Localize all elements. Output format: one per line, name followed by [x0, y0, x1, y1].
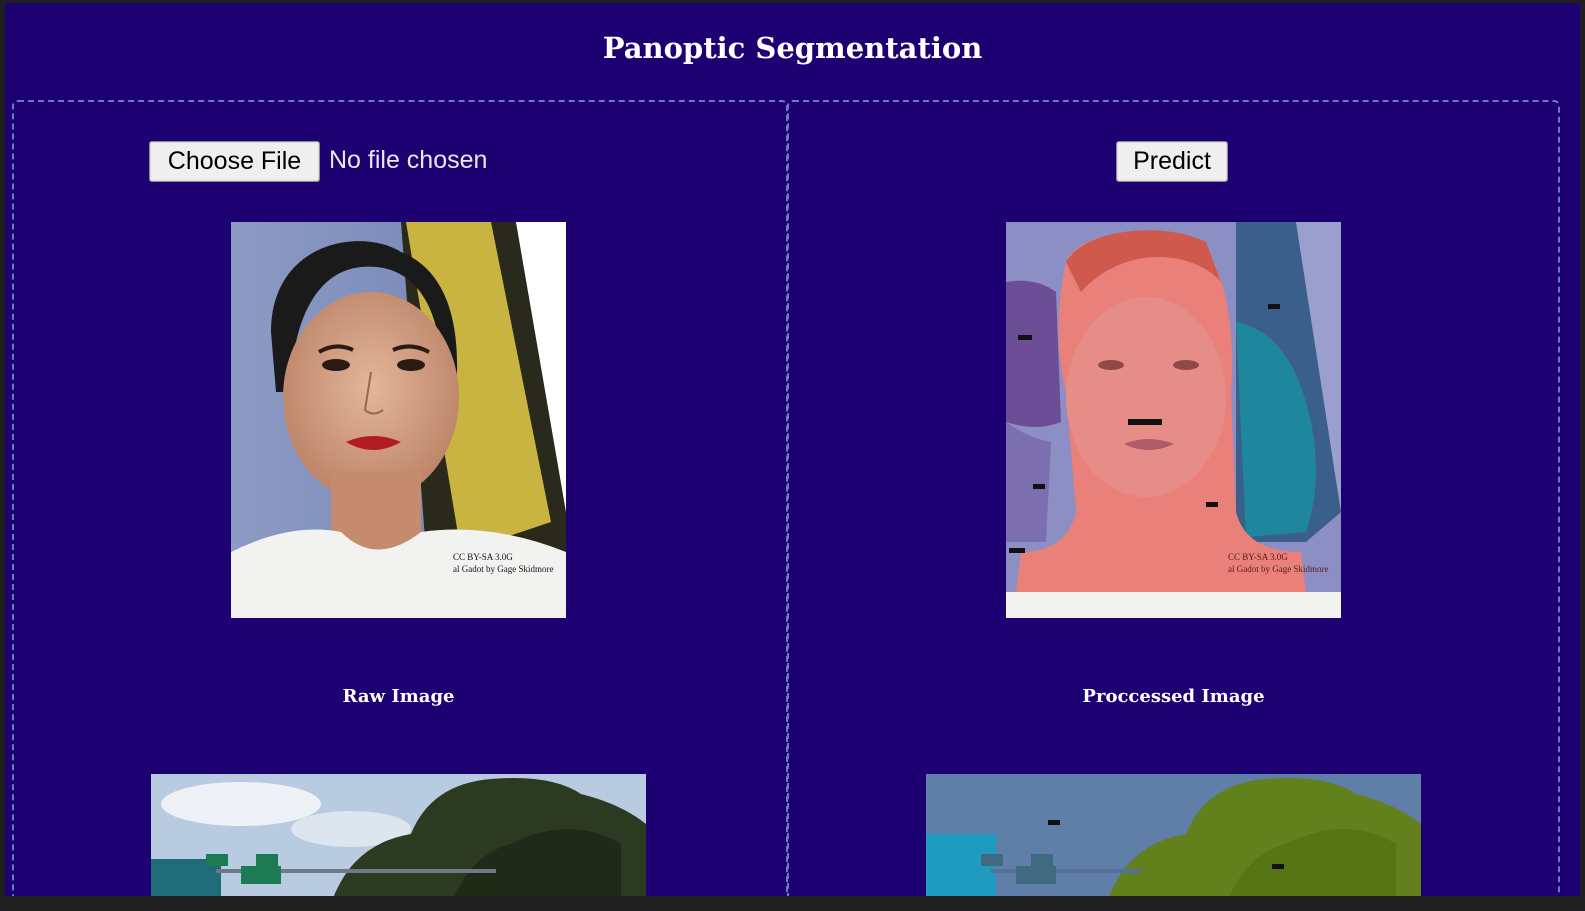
- processed-street-graphic: [926, 774, 1421, 896]
- processed-image-caption: Proccessed Image: [1082, 686, 1265, 707]
- page: Panoptic Segmentation Choose File No fil…: [5, 3, 1580, 896]
- choose-file-button[interactable]: Choose File: [149, 141, 320, 182]
- raw-portrait-image: CC BY-SA 3.0G al Gadot by Gage Skidmore: [231, 222, 566, 618]
- file-status-text: No file chosen: [329, 146, 488, 174]
- processed-street-image: [926, 774, 1421, 896]
- watermark-line-2: al Gadot by Gage Skidmore: [453, 564, 553, 574]
- processed-watermark-line-2: al Gadot by Gage Skidmore: [1228, 564, 1328, 574]
- raw-portrait-graphic: CC BY-SA 3.0G al Gadot by Gage Skidmore: [231, 222, 566, 618]
- raw-street-image: [151, 774, 646, 896]
- predict-button[interactable]: Predict: [1116, 141, 1228, 182]
- page-title: Panoptic Segmentation: [602, 31, 983, 65]
- processed-portrait-graphic: CC BY-SA 3.0G al Gadot by Gage Skidmore: [1006, 222, 1341, 618]
- processed-watermark-line-1: CC BY-SA 3.0G: [1228, 552, 1288, 562]
- bottom-scroll-area: [0, 896, 1585, 911]
- processed-portrait-image: CC BY-SA 3.0G al Gadot by Gage Skidmore: [1006, 222, 1341, 618]
- watermark-line-1: CC BY-SA 3.0G: [453, 552, 513, 562]
- raw-street-graphic: [151, 774, 646, 896]
- raw-image-caption: Raw Image: [342, 686, 455, 707]
- browser-viewport: Panoptic Segmentation Choose File No fil…: [0, 0, 1585, 911]
